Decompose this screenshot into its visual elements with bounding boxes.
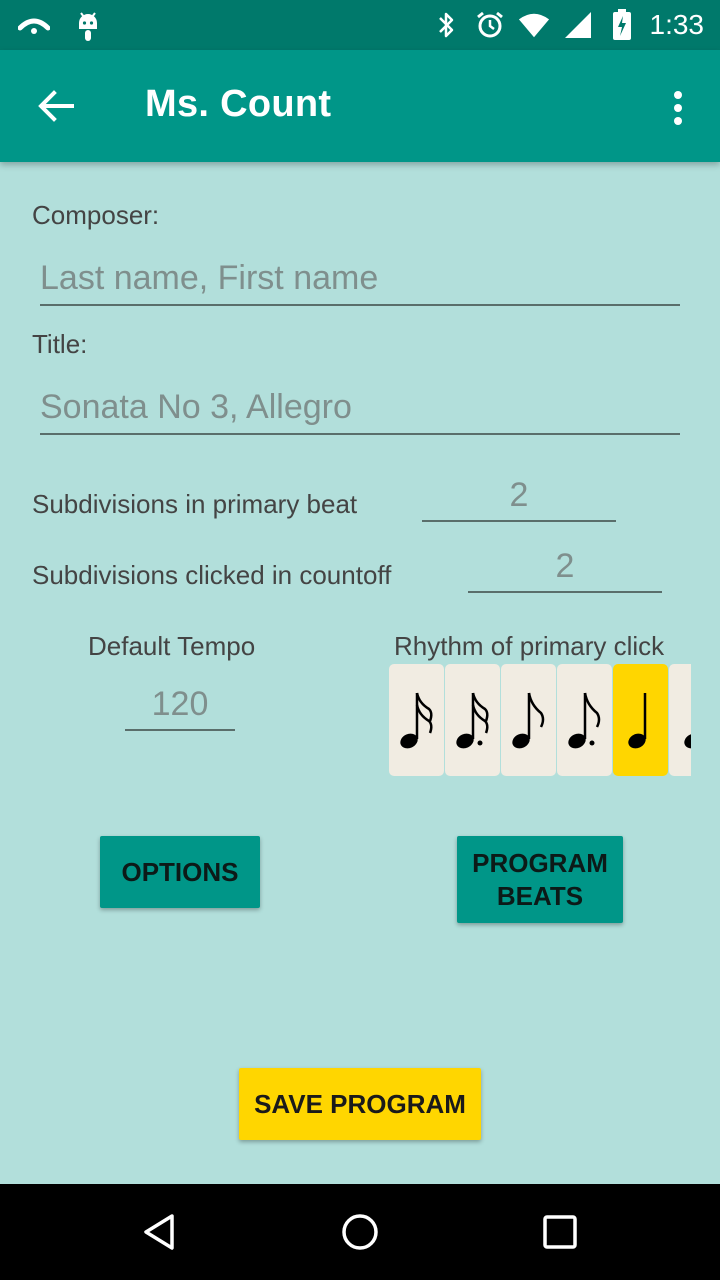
- tempo-label: Default Tempo: [88, 631, 256, 661]
- rhythm-label: Rhythm of primary click: [394, 631, 665, 661]
- battery-icon: [606, 7, 638, 43]
- dotted-eighth-note-icon: [567, 692, 600, 749]
- subdiv-countoff-label: Subdivisions clicked in countoff: [32, 560, 392, 590]
- rhythm-option-dotted-eighth[interactable]: [557, 664, 612, 776]
- back-arrow-icon[interactable]: [28, 78, 84, 134]
- nav-home-icon[interactable]: [332, 1204, 388, 1260]
- rhythm-picker[interactable]: [389, 664, 691, 776]
- eighth-note-icon: [511, 692, 544, 749]
- wifi-icon: [518, 7, 550, 43]
- system-nav-bar: [0, 1184, 720, 1280]
- subdiv-primary-label: Subdivisions in primary beat: [32, 489, 358, 519]
- save-program-button[interactable]: SAVE PROGRAM: [239, 1068, 481, 1140]
- save-program-label: SAVE PROGRAM: [254, 1088, 466, 1119]
- title-input[interactable]: Sonata No 3, Allegro: [40, 385, 680, 435]
- composer-label: Composer:: [32, 200, 160, 230]
- bluetooth-icon: [430, 7, 462, 43]
- dotted-quarter-note-icon: [683, 733, 691, 749]
- sixteenth-note-icon: [399, 692, 433, 749]
- rhythm-option-dotted-quarter[interactable]: [669, 664, 691, 776]
- nav-back-icon[interactable]: [132, 1204, 188, 1260]
- app-title: Ms. Count: [145, 83, 332, 125]
- rhythm-option-eighth[interactable]: [501, 664, 556, 776]
- app-bar: Ms. Count: [0, 50, 720, 162]
- overflow-menu-icon[interactable]: [658, 80, 698, 136]
- subdiv-countoff-input[interactable]: 2: [468, 544, 662, 593]
- tempo-input[interactable]: 120: [125, 682, 235, 731]
- title-label: Title:: [32, 329, 88, 359]
- clock-time: 1:33: [649, 9, 705, 40]
- android-icon: [72, 8, 104, 44]
- signal-icon: [562, 7, 594, 43]
- options-button-label: OPTIONS: [121, 856, 239, 887]
- status-bar: 1:33: [0, 0, 720, 50]
- program-beats-label-line2: BEATS: [496, 880, 584, 911]
- rhythm-option-sixteenth[interactable]: [389, 664, 444, 776]
- rhythm-option-quarter[interactable]: [613, 664, 668, 776]
- program-beats-label-line1: PROGRAM: [472, 847, 608, 878]
- cast-icon: [18, 8, 50, 44]
- program-beats-button[interactable]: PROGRAM BEATS: [457, 836, 623, 923]
- composer-input[interactable]: Last name, First name: [40, 256, 680, 306]
- options-button[interactable]: OPTIONS: [100, 836, 260, 908]
- subdiv-primary-input[interactable]: 2: [422, 473, 616, 522]
- dotted-sixteenth-note-icon: [455, 692, 489, 749]
- rhythm-option-dotted-sixteenth[interactable]: [445, 664, 500, 776]
- alarm-icon: [474, 7, 506, 43]
- nav-recents-icon[interactable]: [532, 1204, 588, 1260]
- quarter-note-icon: [627, 693, 646, 749]
